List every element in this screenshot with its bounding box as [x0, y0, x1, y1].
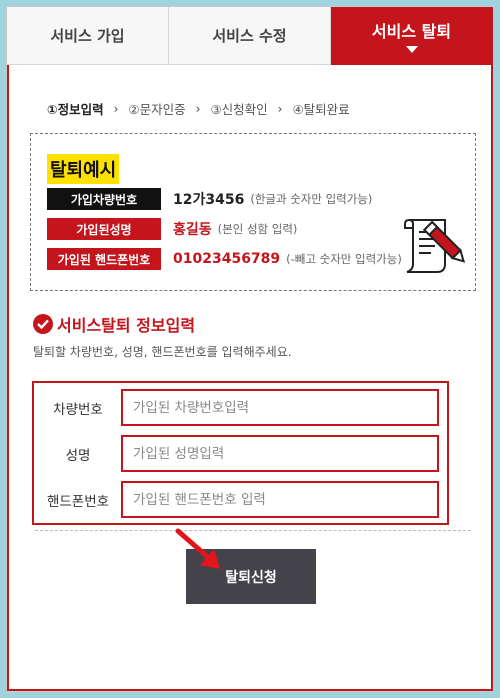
example-value: 12가3456: [173, 192, 245, 208]
withdraw-example-box: 탈퇴예시 가입차량번호 12가3456 (한글과 숫자만 입력가능) 가입된성명…: [30, 133, 476, 291]
step-confirm: ③신청확인: [210, 102, 268, 117]
example-row-name: 가입된성명 홍길동 (본인 성함 입력): [47, 218, 297, 240]
service-tabs: 서비스 가입 서비스 수정 서비스 탈퇴: [7, 7, 493, 65]
phone-input[interactable]: [121, 481, 439, 518]
example-label: 가입된 핸드폰번호: [47, 248, 161, 270]
example-note: (-빼고 숫자만 입력가능): [286, 252, 402, 266]
phone-label: 핸드폰번호: [46, 493, 110, 510]
withdraw-form: 차량번호 성명 핸드폰번호: [32, 381, 449, 525]
progress-steps: ①정보입력 › ②문자인증 › ③신청확인 › ④탈퇴완료: [47, 99, 350, 118]
step-arrow-icon: ›: [113, 101, 119, 116]
example-value: 홍길동: [173, 222, 212, 238]
form-row-car-number: 차량번호: [34, 389, 446, 426]
section-title: 서비스탈퇴 정보입력: [33, 312, 195, 336]
name-input[interactable]: [121, 435, 439, 472]
tab-join[interactable]: 서비스 가입: [7, 7, 169, 65]
section-title-text: 서비스탈퇴 정보입력: [57, 316, 196, 335]
withdraw-panel: ①정보입력 › ②문자인증 › ③신청확인 › ④탈퇴완료 탈퇴예시 가입차량번…: [7, 65, 493, 691]
form-row-name: 성명: [34, 435, 446, 472]
document-pen-icon: [404, 218, 466, 273]
divider: [35, 530, 471, 531]
step-info-input: ①정보입력: [47, 102, 104, 117]
form-row-phone: 핸드폰번호: [34, 481, 446, 518]
step-complete: ④탈퇴완료: [292, 102, 350, 117]
example-note: (본인 성함 입력): [217, 222, 298, 236]
example-row-phone: 가입된 핸드폰번호 01023456789 (-빼고 숫자만 입력가능): [47, 248, 402, 270]
caret-down-icon: [405, 46, 418, 53]
step-arrow-icon: ›: [277, 101, 283, 116]
car-number-input[interactable]: [121, 389, 439, 426]
page-frame: 서비스 가입 서비스 수정 서비스 탈퇴 ①정보입력 › ②문자인증 › ③신청…: [6, 6, 494, 692]
step-arrow-icon: ›: [195, 101, 201, 116]
tab-withdraw[interactable]: 서비스 탈퇴: [331, 7, 493, 65]
step-sms-auth: ②문자인증: [128, 102, 186, 117]
example-note: (한글과 숫자만 입력가능): [250, 192, 373, 206]
tab-join-label: 서비스 가입: [50, 27, 125, 45]
name-label: 성명: [65, 447, 91, 464]
section-description: 탈퇴할 차량번호, 성명, 핸드폰번호를 입력해주세요.: [33, 345, 292, 359]
check-circle-icon: [33, 314, 53, 334]
tab-modify[interactable]: 서비스 수정: [169, 7, 331, 65]
example-title: 탈퇴예시: [47, 154, 120, 184]
red-arrow-pointer-icon: [175, 528, 220, 569]
tab-withdraw-label: 서비스 탈퇴: [371, 22, 452, 41]
example-label: 가입차량번호: [47, 188, 161, 210]
car-number-label: 차량번호: [53, 401, 103, 418]
example-row-car-number: 가입차량번호 12가3456 (한글과 숫자만 입력가능): [47, 188, 372, 210]
example-label: 가입된성명: [47, 218, 161, 240]
tab-modify-label: 서비스 수정: [212, 27, 287, 45]
example-value: 01023456789: [173, 251, 281, 267]
